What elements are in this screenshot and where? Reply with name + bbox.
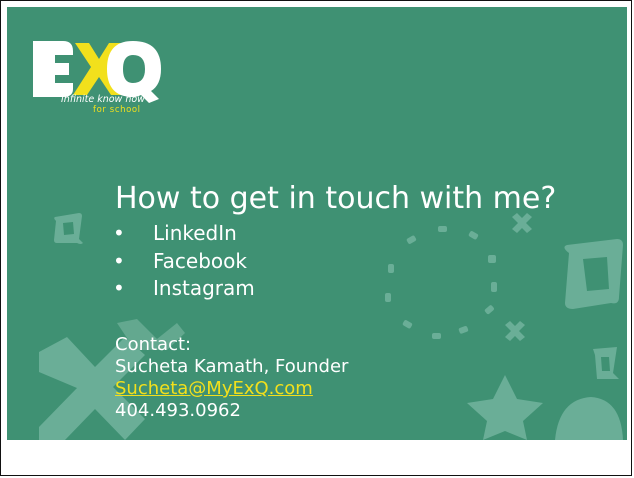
tagline-line-1: Infinite know how [61, 94, 145, 105]
bottom-strip [7, 440, 627, 476]
small-x-shape [512, 213, 532, 233]
star-shape [467, 375, 543, 440]
social-links-list: • LinkedIn • Facebook • Instagram [113, 220, 255, 303]
list-item: • Instagram [113, 275, 255, 303]
contact-name: Sucheta Kamath, Founder [115, 356, 349, 377]
dashed-circle [385, 226, 497, 339]
list-item-label: Instagram [153, 276, 255, 300]
contact-phone: 404.493.0962 [115, 400, 241, 421]
slide: Infinite know how for school How to get … [7, 7, 627, 440]
email-link[interactable]: Sucheta@MyExQ.com [115, 378, 348, 400]
tagline-line-2: for school [93, 105, 141, 115]
list-item-label: LinkedIn [153, 221, 237, 245]
small-square-shape [54, 213, 83, 244]
small-x-shape-2 [505, 321, 525, 341]
list-item: • Facebook [113, 248, 255, 276]
large-diamond-shape [564, 239, 623, 309]
half-circle-shape [555, 397, 623, 440]
logo-tagline: Infinite know how for school [61, 94, 145, 116]
bullet: • [113, 221, 125, 245]
bullet: • [113, 248, 125, 273]
slide-title: How to get in touch with me? [115, 181, 557, 216]
contact-block: Contact: Sucheta Kamath, Founder Sucheta… [115, 334, 348, 422]
list-item-label: Facebook [153, 248, 247, 273]
small-square-shape-2 [593, 347, 619, 379]
contact-heading: Contact: [115, 334, 192, 355]
list-item: • LinkedIn [113, 220, 255, 248]
bullet: • [113, 276, 125, 300]
